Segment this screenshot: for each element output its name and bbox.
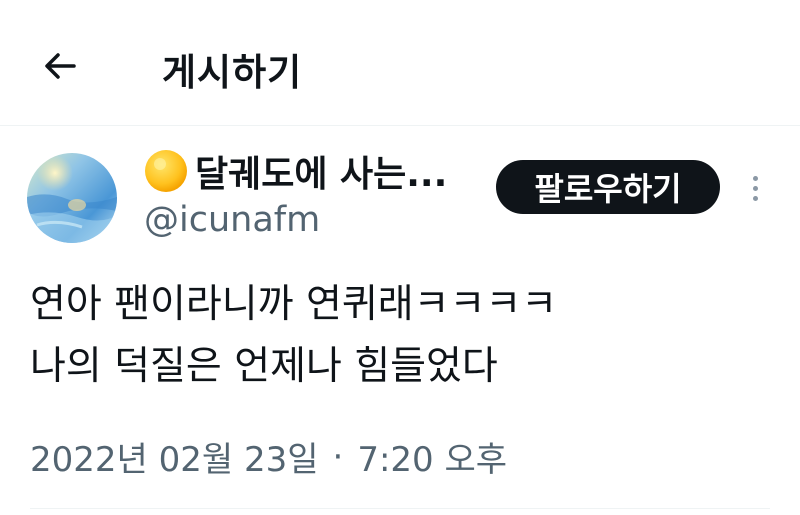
page-title: 게시하기 [162, 51, 303, 94]
follow-button[interactable]: 팔로우하기 [496, 160, 720, 214]
tweet-text: 연아 팬이라니까 연퀴래ㅋㅋㅋㅋ 나의 덕질은 언제나 힘들었다 [30, 274, 770, 398]
author-name[interactable]: 달궤도에 사는... [143, 143, 447, 199]
divider [30, 508, 770, 509]
tweet-text-line: 나의 덕질은 언제나 힘들었다 [30, 344, 498, 389]
avatar[interactable] [27, 153, 117, 243]
tweet-detail-screen: 게시하기 달궤도에 사는... @icunafm 팔로우하기 연아 팬이라니까 … [0, 0, 800, 515]
avatar-image [27, 153, 117, 243]
more-vertical-icon-dot [752, 185, 758, 191]
sun-icon [145, 150, 187, 192]
more-options-button[interactable] [740, 166, 770, 210]
author-handle[interactable]: @icunafm [144, 200, 320, 240]
top-bar: 게시하기 [0, 0, 800, 126]
timestamp[interactable]: 2022년 02월 23일 · 7:20 오후 [30, 432, 507, 481]
timestamp-separator: · [332, 436, 344, 477]
tweet-time: 7:20 오후 [357, 440, 508, 480]
tweet-text-line: 연아 팬이라니까 연퀴래ㅋㅋㅋㅋ [30, 282, 558, 327]
back-button[interactable] [30, 38, 90, 94]
display-name: 달궤도에 사는... [195, 154, 448, 195]
tweet-date: 2022년 02월 23일 [30, 440, 319, 480]
more-vertical-icon-dot [752, 175, 758, 181]
more-vertical-icon-dot [752, 195, 758, 201]
arrow-left-icon [45, 53, 76, 79]
